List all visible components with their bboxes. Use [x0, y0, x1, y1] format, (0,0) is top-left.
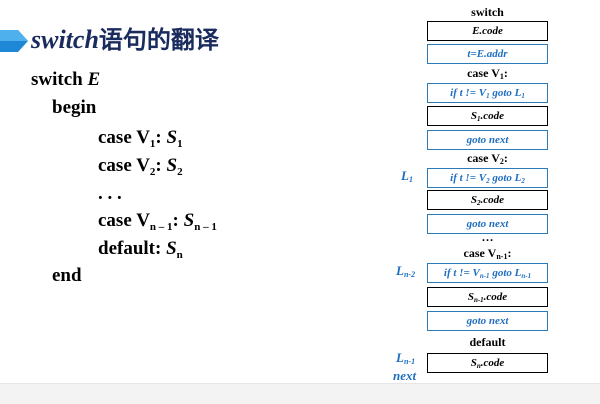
s2-code-box: S2.code	[427, 190, 548, 210]
goto-next-box-3: goto next	[427, 311, 548, 331]
code-line-begin: begin	[52, 97, 97, 118]
code-line-case1: case V1: S1	[98, 127, 183, 150]
goto-next-box-1: goto next	[427, 130, 548, 150]
diagram-ellipsis: …	[481, 230, 494, 244]
s1-code-box: S1.code	[427, 106, 548, 126]
diagram-header: switch	[471, 5, 504, 19]
label-next: next	[393, 368, 417, 383]
label-l1: L1	[401, 168, 413, 185]
case1-label: case V1:	[467, 66, 508, 81]
code-line-default: default: Sn	[98, 238, 183, 261]
t-assign-box: t=E.addr	[427, 44, 548, 64]
code-line-case-n: case Vn – 1: Sn – 1	[98, 210, 217, 233]
sn-code-box: Sn.code	[427, 353, 548, 373]
label-ln-1: Ln-1	[396, 350, 416, 367]
slide: switch语句的翻译 switch E begin case V1: S1 c…	[0, 0, 600, 404]
e-code-box: E.code	[427, 21, 548, 41]
case-n-label: case Vn-1:	[463, 246, 512, 261]
code-line-case2: case V2: S2	[98, 155, 183, 178]
code-line-switch: switch E	[31, 69, 101, 90]
title-bullet-icon	[0, 30, 28, 52]
code-line-dots: . . .	[98, 183, 122, 204]
if-case-n-box: if t != Vn-1 goto Ln-1	[427, 263, 548, 283]
case2-label: case V2:	[467, 151, 508, 166]
bottom-strip	[0, 383, 600, 404]
sn-1-code-box: Sn-1.code	[427, 287, 548, 307]
slide-title: switch语句的翻译	[31, 25, 219, 54]
label-ln-2: Ln-2	[396, 263, 416, 280]
if-case2-box: if t != V2 goto L2	[427, 168, 548, 188]
code-line-end: end	[52, 265, 82, 286]
if-case1-box: if t != V1 goto L1	[427, 83, 548, 103]
default-label: default	[469, 335, 506, 349]
